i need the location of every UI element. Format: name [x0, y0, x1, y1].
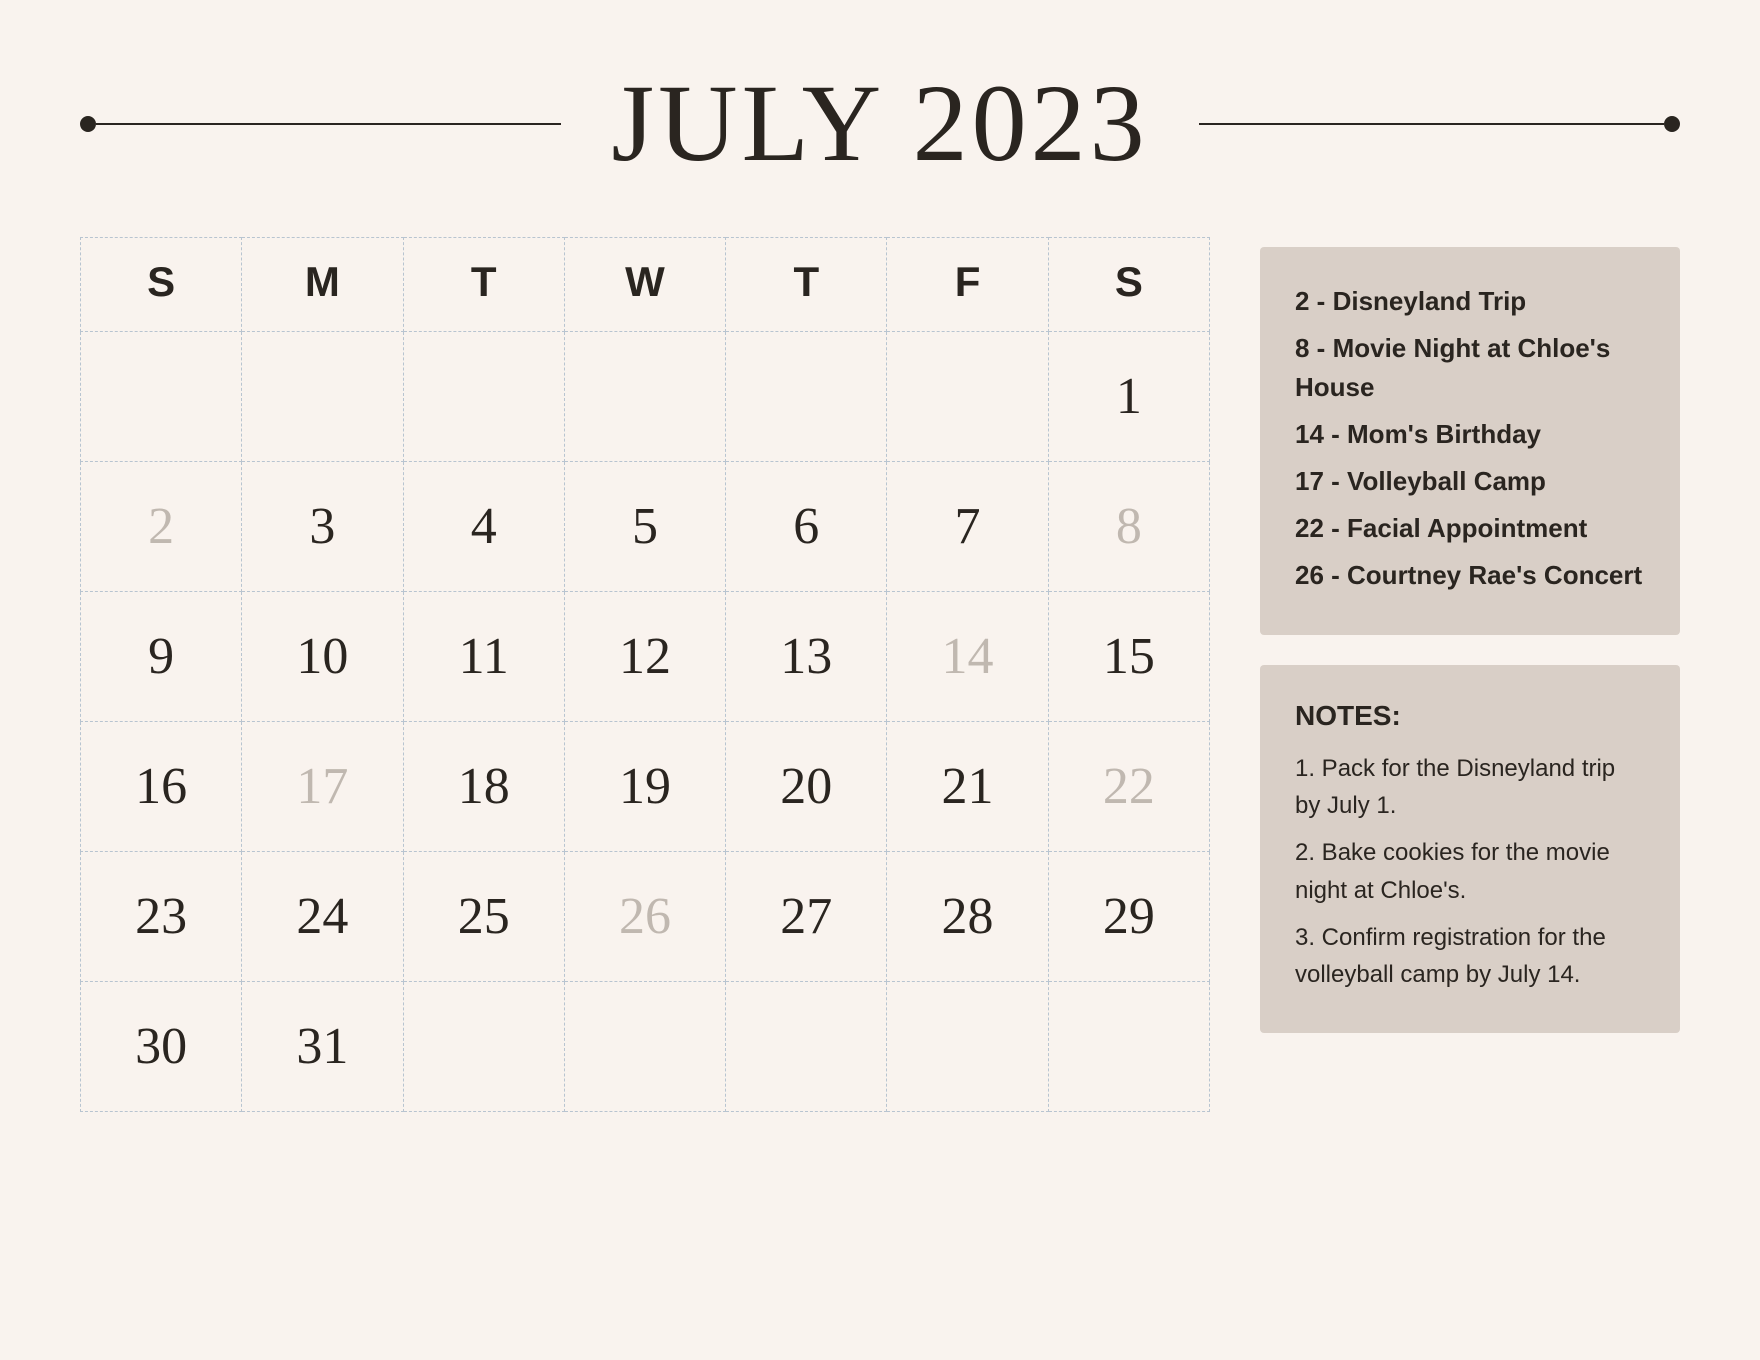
right-line-decoration	[1199, 116, 1680, 132]
calendar-day-header: T	[726, 238, 887, 332]
calendar-day-cell: 2	[81, 462, 242, 592]
calendar-week-row: 3031	[81, 982, 1210, 1112]
calendar-day-cell	[403, 332, 564, 462]
header-line-right	[1169, 116, 1680, 132]
calendar-section: SMTWTFS 12345678910111213141516171819202…	[80, 237, 1210, 1112]
note-item: 3. Confirm registration for the volleyba…	[1295, 919, 1645, 993]
note-item: 2. Bake cookies for the movie night at C…	[1295, 834, 1645, 908]
calendar-day-cell: 4	[403, 462, 564, 592]
calendar-day-cell: 9	[81, 592, 242, 722]
calendar-day-header: S	[1048, 238, 1209, 332]
calendar-day-cell	[726, 332, 887, 462]
event-item: 17 - Volleyball Camp	[1295, 462, 1645, 501]
calendar-day-cell: 22	[1048, 722, 1209, 852]
calendar-day-cell: 18	[403, 722, 564, 852]
calendar-day-cell: 20	[726, 722, 887, 852]
calendar-day-cell: 17	[242, 722, 403, 852]
notes-list: 1. Pack for the Disneyland trip by July …	[1295, 750, 1645, 993]
left-horizontal-line	[96, 123, 561, 125]
calendar-day-cell: 16	[81, 722, 242, 852]
calendar-day-cell: 29	[1048, 852, 1209, 982]
calendar-day-cell	[1048, 982, 1209, 1112]
page-title: JULY 2023	[591, 60, 1168, 187]
event-item: 22 - Facial Appointment	[1295, 509, 1645, 548]
left-line-decoration	[80, 116, 561, 132]
calendar-header-row: SMTWTFS	[81, 238, 1210, 332]
sidebar: 2 - Disneyland Trip 8 - Movie Night at Ch…	[1260, 247, 1680, 1033]
calendar-week-row: 2345678	[81, 462, 1210, 592]
calendar-day-cell: 31	[242, 982, 403, 1112]
event-item: 26 - Courtney Rae's Concert	[1295, 556, 1645, 595]
left-dot-icon	[80, 116, 96, 132]
notes-title: NOTES:	[1295, 700, 1645, 732]
calendar-day-cell: 25	[403, 852, 564, 982]
header-line-left	[80, 116, 591, 132]
events-box: 2 - Disneyland Trip 8 - Movie Night at Ch…	[1260, 247, 1680, 635]
calendar-week-row: 1	[81, 332, 1210, 462]
event-item: 2 - Disneyland Trip	[1295, 282, 1645, 321]
calendar-day-cell: 30	[81, 982, 242, 1112]
calendar-day-cell: 11	[403, 592, 564, 722]
calendar-day-cell: 6	[726, 462, 887, 592]
calendar-day-cell	[81, 332, 242, 462]
calendar-day-cell: 23	[81, 852, 242, 982]
event-item: 14 - Mom's Birthday	[1295, 415, 1645, 454]
right-dot-icon	[1664, 116, 1680, 132]
calendar-day-cell: 24	[242, 852, 403, 982]
calendar-day-cell: 8	[1048, 462, 1209, 592]
calendar-day-cell: 27	[726, 852, 887, 982]
calendar-day-cell	[564, 332, 725, 462]
calendar-day-cell	[242, 332, 403, 462]
calendar-day-cell: 7	[887, 462, 1048, 592]
calendar-day-header: T	[403, 238, 564, 332]
calendar-day-cell: 26	[564, 852, 725, 982]
calendar-day-header: S	[81, 238, 242, 332]
calendar-week-row: 16171819202122	[81, 722, 1210, 852]
calendar-day-cell	[403, 982, 564, 1112]
main-content: SMTWTFS 12345678910111213141516171819202…	[0, 217, 1760, 1360]
calendar-day-cell	[726, 982, 887, 1112]
calendar-day-cell: 28	[887, 852, 1048, 982]
right-horizontal-line	[1199, 123, 1664, 125]
calendar-day-header: M	[242, 238, 403, 332]
calendar-day-cell: 14	[887, 592, 1048, 722]
calendar-day-cell	[887, 982, 1048, 1112]
calendar-day-cell: 19	[564, 722, 725, 852]
calendar-table: SMTWTFS 12345678910111213141516171819202…	[80, 237, 1210, 1112]
calendar-day-cell: 15	[1048, 592, 1209, 722]
calendar-week-row: 9101112131415	[81, 592, 1210, 722]
note-item: 1. Pack for the Disneyland trip by July …	[1295, 750, 1645, 824]
calendar-day-cell	[564, 982, 725, 1112]
calendar-day-cell: 13	[726, 592, 887, 722]
header: JULY 2023	[0, 0, 1760, 217]
events-list: 2 - Disneyland Trip 8 - Movie Night at Ch…	[1295, 282, 1645, 595]
calendar-day-cell	[887, 332, 1048, 462]
calendar-day-cell: 10	[242, 592, 403, 722]
calendar-day-header: F	[887, 238, 1048, 332]
calendar-week-row: 23242526272829	[81, 852, 1210, 982]
calendar-day-header: W	[564, 238, 725, 332]
calendar-day-cell: 21	[887, 722, 1048, 852]
notes-box: NOTES: 1. Pack for the Disneyland trip b…	[1260, 665, 1680, 1033]
calendar-day-cell: 3	[242, 462, 403, 592]
event-item: 8 - Movie Night at Chloe's House	[1295, 329, 1645, 407]
calendar-day-cell: 12	[564, 592, 725, 722]
calendar-day-cell: 1	[1048, 332, 1209, 462]
calendar-day-cell: 5	[564, 462, 725, 592]
